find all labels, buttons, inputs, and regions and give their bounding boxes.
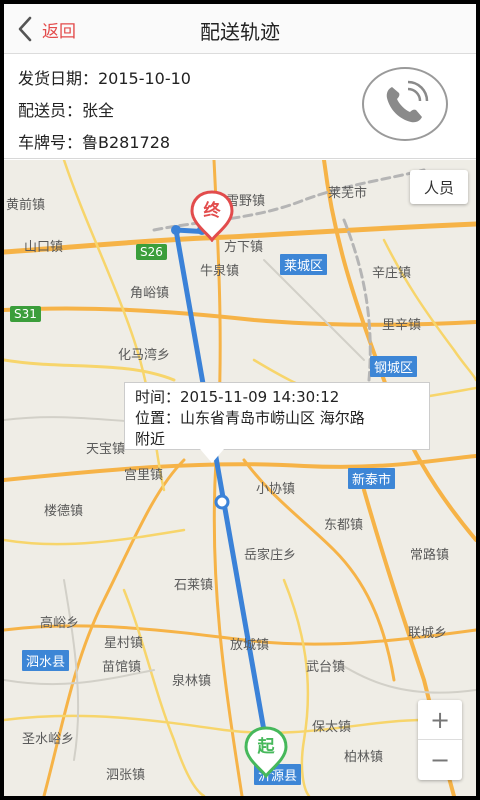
plate-number: 车牌号：鲁B281728 bbox=[18, 133, 171, 152]
place-label: 莱芜市 bbox=[328, 186, 368, 201]
place-label: 黄前镇 bbox=[6, 198, 46, 213]
start-marker[interactable]: 起 bbox=[244, 726, 288, 779]
place-label: 宫里镇 bbox=[124, 468, 164, 483]
place-label: 石莱镇 bbox=[174, 578, 214, 593]
place-label: 角峪镇 bbox=[130, 286, 170, 301]
place-label: 辛庄镇 bbox=[372, 266, 412, 281]
place-label: 联城乡 bbox=[408, 626, 448, 641]
district-badge: 新泰市 bbox=[348, 468, 396, 489]
place-label: 圣水峪乡 bbox=[22, 732, 75, 747]
place-label: 柏林镇 bbox=[344, 750, 384, 765]
delivery-info-panel: 发货日期：2015-10-10 配送员：张全 车牌号：鲁B281728 bbox=[4, 55, 476, 159]
place-label: 保太镇 bbox=[312, 720, 352, 735]
map-view[interactable]: 黄前镇 雪野镇 莱芜市 山口镇 方下镇 牛泉镇 辛庄镇 角峪镇 里辛镇 化马湾乡… bbox=[4, 160, 476, 796]
map-roads bbox=[4, 160, 476, 796]
end-marker-label: 终 bbox=[203, 201, 221, 221]
place-label: 小协镇 bbox=[256, 482, 296, 497]
call-button[interactable] bbox=[362, 67, 448, 141]
page-title: 配送轨迹 bbox=[200, 20, 280, 44]
tooltip-time: 时间：2015-11-09 14:30:12 bbox=[135, 388, 340, 406]
place-label: 天宝镇 bbox=[86, 442, 126, 457]
nav-header: 返回 配送轨迹 bbox=[4, 4, 476, 54]
tooltip-location: 位置：山东省青岛市崂山区 海尔路 bbox=[135, 409, 365, 427]
zoom-out-button[interactable]: − bbox=[418, 740, 462, 780]
tooltip-arrow bbox=[200, 449, 224, 463]
zoom-in-button[interactable]: + bbox=[418, 700, 462, 740]
district-badge: 钢城区 bbox=[370, 356, 418, 377]
place-label: 武台镇 bbox=[306, 660, 346, 675]
place-label: 楼德镇 bbox=[44, 504, 84, 519]
district-badge: 莱城区 bbox=[280, 254, 328, 275]
end-marker[interactable]: 终 bbox=[190, 190, 234, 243]
highway-shield: S26 bbox=[136, 244, 167, 260]
place-label: 星村镇 bbox=[104, 636, 144, 651]
place-label: 岳家庄乡 bbox=[244, 548, 297, 563]
place-label: 泗张镇 bbox=[106, 768, 146, 783]
tooltip-location-cont: 附近 bbox=[135, 430, 166, 448]
start-marker-label: 起 bbox=[257, 737, 275, 757]
place-label: 高峪乡 bbox=[40, 616, 80, 631]
place-label: 苗馆镇 bbox=[102, 660, 142, 675]
app-frame: 返回 配送轨迹 发货日期：2015-10-10 配送员：张全 车牌号：鲁B281… bbox=[4, 4, 476, 796]
place-label: 化马湾乡 bbox=[118, 348, 171, 363]
place-label: 山口镇 bbox=[24, 240, 64, 255]
courier-name: 配送员：张全 bbox=[18, 101, 115, 120]
place-label: 常路镇 bbox=[410, 548, 450, 563]
location-tooltip: 时间：2015-11-09 14:30:12 位置：山东省青岛市崂山区 海尔路 … bbox=[124, 382, 430, 450]
district-badge: 泗水县 bbox=[22, 650, 70, 671]
ship-date: 发货日期：2015-10-10 bbox=[18, 69, 191, 88]
place-label: 放城镇 bbox=[230, 638, 270, 653]
people-button[interactable]: 人员 bbox=[410, 170, 468, 204]
place-label: 东都镇 bbox=[324, 518, 364, 533]
place-label: 里辛镇 bbox=[382, 318, 422, 333]
phone-icon bbox=[386, 80, 429, 123]
zoom-control: + − bbox=[418, 700, 462, 780]
place-label: 牛泉镇 bbox=[200, 264, 240, 279]
place-label: 泉林镇 bbox=[172, 674, 212, 689]
highway-shield: S31 bbox=[10, 306, 41, 322]
